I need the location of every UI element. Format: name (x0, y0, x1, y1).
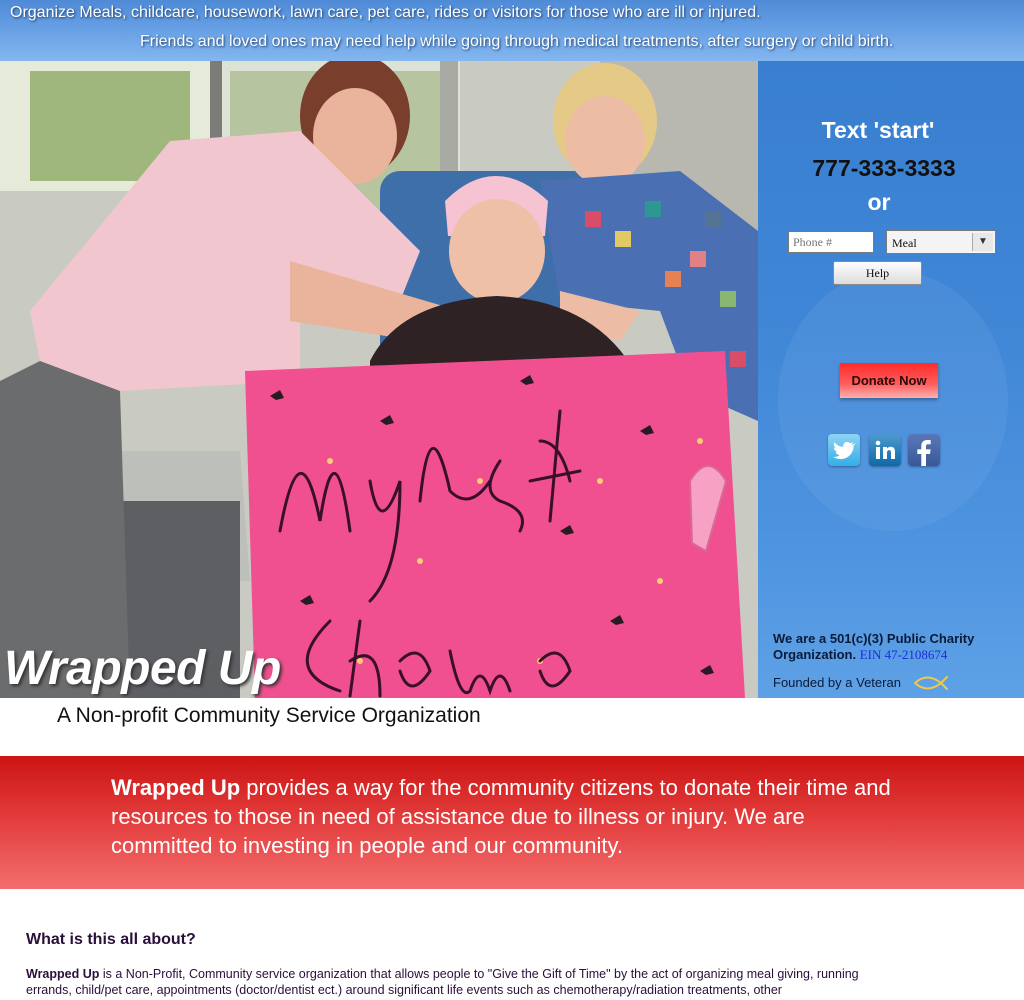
tagline: A Non-profit Community Service Organizat… (57, 704, 481, 727)
sms-phone-number: 777-333-3333 (812, 155, 956, 181)
hero-illustration (0, 61, 758, 698)
ein-link[interactable]: EIN 47-2108674 (860, 647, 948, 662)
banner-line-1: Organize Meals, childcare, housework, la… (10, 4, 761, 21)
about-text: is a Non-Profit, Community service organ… (26, 967, 859, 997)
phone-input[interactable] (788, 231, 874, 253)
panel-background-graphic (778, 271, 1008, 531)
banner-line-2: Friends and loved ones may need help whi… (140, 33, 894, 50)
charity-status: We are a 501(c)(3) Public Charity Organi… (773, 631, 1013, 663)
about-brand: Wrapped Up (26, 967, 100, 981)
action-panel: Text 'start' 777-333-3333 or Meal ▼ Help… (758, 61, 1024, 698)
text-start-label: Text 'start' (821, 117, 935, 143)
help-type-selected-value: Meal (892, 236, 917, 250)
help-type-select[interactable]: Meal ▼ (886, 230, 996, 254)
facebook-icon[interactable] (908, 434, 940, 466)
help-button[interactable]: Help (833, 261, 922, 285)
mission-band: Wrapped Up provides a way for the commun… (0, 756, 1024, 889)
mission-statement: Wrapped Up provides a way for the commun… (111, 773, 911, 860)
twitter-icon[interactable] (828, 434, 860, 466)
about-heading: What is this all about? (26, 931, 196, 948)
or-label: or (867, 189, 891, 215)
top-banner: Organize Meals, childcare, housework, la… (0, 0, 1024, 61)
about-paragraph: Wrapped Up is a Non-Profit, Community se… (26, 966, 886, 998)
founded-by-veteran: Founded by a Veteran (773, 675, 901, 690)
hero-photo: Wrapped Up (0, 61, 758, 698)
chevron-down-icon[interactable]: ▼ (972, 233, 993, 251)
hero-brand-title: Wrapped Up (4, 642, 281, 695)
mission-brand: Wrapped Up (111, 775, 241, 800)
fish-icon (914, 676, 948, 690)
donate-now-button[interactable]: Donate Now (840, 363, 938, 398)
linkedin-icon[interactable] (869, 434, 901, 466)
